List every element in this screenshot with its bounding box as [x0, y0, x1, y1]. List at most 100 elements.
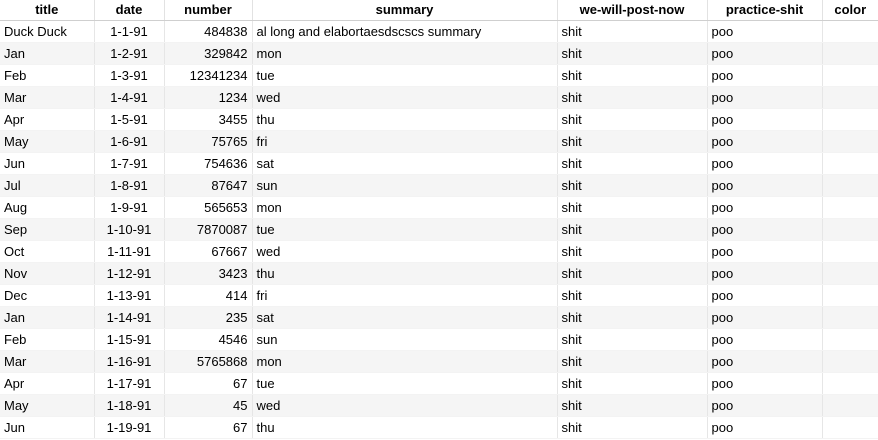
table-row[interactable]: Jul 1-8-91 87647 sun shit poo — [0, 174, 878, 197]
column-header-summary[interactable]: summary — [252, 0, 558, 21]
cell-practice[interactable]: poo — [707, 394, 823, 417]
column-header-we-will-post-now[interactable]: we-will-post-now — [557, 0, 708, 21]
cell-summary[interactable]: fri — [252, 130, 558, 153]
cell-date[interactable]: 1-14-91 — [94, 306, 165, 329]
cell-date[interactable]: 1-5-91 — [94, 108, 165, 131]
cell-practice[interactable]: poo — [707, 130, 823, 153]
cell-number[interactable]: 75765 — [164, 130, 253, 153]
cell-date[interactable]: 1-1-91 — [94, 20, 165, 43]
cell-number[interactable]: 67 — [164, 372, 253, 395]
cell-practice[interactable]: poo — [707, 20, 823, 43]
cell-number[interactable]: 754636 — [164, 152, 253, 175]
cell-date[interactable]: 1-3-91 — [94, 64, 165, 87]
cell-summary[interactable]: tue — [252, 372, 558, 395]
cell-number[interactable]: 7870087 — [164, 218, 253, 241]
cell-practice[interactable]: poo — [707, 64, 823, 87]
cell-title[interactable]: Jan — [0, 306, 95, 329]
cell-post[interactable]: shit — [557, 64, 708, 87]
cell-summary[interactable]: mon — [252, 196, 558, 219]
cell-number[interactable]: 4546 — [164, 328, 253, 351]
table-row[interactable]: Sep 1-10-91 7870087 tue shit poo — [0, 218, 878, 241]
cell-date[interactable]: 1-12-91 — [94, 262, 165, 285]
cell-number[interactable]: 67667 — [164, 240, 253, 263]
cell-number[interactable]: 3455 — [164, 108, 253, 131]
cell-practice[interactable]: poo — [707, 240, 823, 263]
cell-date[interactable]: 1-13-91 — [94, 284, 165, 307]
cell-number[interactable]: 87647 — [164, 174, 253, 197]
cell-color[interactable] — [822, 240, 878, 263]
cell-color[interactable] — [822, 262, 878, 285]
cell-summary[interactable]: wed — [252, 86, 558, 109]
column-header-date[interactable]: date — [94, 0, 165, 21]
cell-number[interactable]: 329842 — [164, 42, 253, 65]
table-row[interactable]: Jan 1-14-91 235 sat shit poo — [0, 306, 878, 329]
cell-post[interactable]: shit — [557, 262, 708, 285]
cell-practice[interactable]: poo — [707, 328, 823, 351]
cell-title[interactable]: Sep — [0, 218, 95, 241]
cell-number[interactable]: 67 — [164, 416, 253, 439]
table-row[interactable]: May 1-6-91 75765 fri shit poo — [0, 130, 878, 153]
cell-color[interactable] — [822, 152, 878, 175]
cell-post[interactable]: shit — [557, 130, 708, 153]
cell-title[interactable]: Mar — [0, 350, 95, 373]
table-row[interactable]: Mar 1-4-91 1234 wed shit poo — [0, 86, 878, 109]
cell-practice[interactable]: poo — [707, 196, 823, 219]
cell-post[interactable]: shit — [557, 108, 708, 131]
cell-number[interactable]: 565653 — [164, 196, 253, 219]
cell-practice[interactable]: poo — [707, 218, 823, 241]
cell-number[interactable]: 12341234 — [164, 64, 253, 87]
cell-date[interactable]: 1-2-91 — [94, 42, 165, 65]
cell-title[interactable]: Mar — [0, 86, 95, 109]
cell-title[interactable]: Apr — [0, 108, 95, 131]
cell-summary[interactable]: thu — [252, 416, 558, 439]
cell-number[interactable]: 235 — [164, 306, 253, 329]
cell-title[interactable]: Feb — [0, 64, 95, 87]
cell-number[interactable]: 3423 — [164, 262, 253, 285]
cell-summary[interactable]: mon — [252, 42, 558, 65]
cell-summary[interactable]: tue — [252, 218, 558, 241]
cell-post[interactable]: shit — [557, 20, 708, 43]
cell-summary[interactable]: sun — [252, 174, 558, 197]
cell-date[interactable]: 1-18-91 — [94, 394, 165, 417]
cell-title[interactable]: Jun — [0, 416, 95, 439]
cell-title[interactable]: May — [0, 394, 95, 417]
column-header-practice-shit[interactable]: practice-shit — [707, 0, 823, 21]
table-row[interactable]: Aug 1-9-91 565653 mon shit poo — [0, 196, 878, 219]
cell-title[interactable]: Jan — [0, 42, 95, 65]
cell-title[interactable]: May — [0, 130, 95, 153]
cell-post[interactable]: shit — [557, 218, 708, 241]
table-row[interactable]: Nov 1-12-91 3423 thu shit poo — [0, 262, 878, 285]
cell-number[interactable]: 45 — [164, 394, 253, 417]
table-row[interactable]: Jun 1-19-91 67 thu shit poo — [0, 416, 878, 439]
table-row[interactable]: Duck Duck 1-1-91 484838 al long and elabort… — [0, 20, 878, 43]
cell-color[interactable] — [822, 350, 878, 373]
cell-summary[interactable]: mon — [252, 350, 558, 373]
cell-color[interactable] — [822, 86, 878, 109]
cell-post[interactable]: shit — [557, 284, 708, 307]
cell-summary[interactable]: thu — [252, 262, 558, 285]
cell-post[interactable]: shit — [557, 152, 708, 175]
table-row[interactable]: Dec 1-13-91 414 fri shit poo — [0, 284, 878, 307]
table-row[interactable]: Apr 1-5-91 3455 thu shit poo — [0, 108, 878, 131]
cell-practice[interactable]: poo — [707, 372, 823, 395]
cell-title[interactable]: Jul — [0, 174, 95, 197]
cell-color[interactable] — [822, 372, 878, 395]
cell-practice[interactable]: poo — [707, 306, 823, 329]
cell-date[interactable]: 1-16-91 — [94, 350, 165, 373]
cell-post[interactable]: shit — [557, 86, 708, 109]
cell-date[interactable]: 1-10-91 — [94, 218, 165, 241]
table-row[interactable]: Feb 1-3-91 12341234 tue shit poo — [0, 64, 878, 87]
cell-date[interactable]: 1-4-91 — [94, 86, 165, 109]
cell-post[interactable]: shit — [557, 42, 708, 65]
cell-color[interactable] — [822, 328, 878, 351]
cell-color[interactable] — [822, 394, 878, 417]
cell-practice[interactable]: poo — [707, 416, 823, 439]
cell-color[interactable] — [822, 130, 878, 153]
cell-summary[interactable]: sat — [252, 306, 558, 329]
cell-color[interactable] — [822, 306, 878, 329]
cell-summary[interactable]: tue — [252, 64, 558, 87]
cell-practice[interactable]: poo — [707, 152, 823, 175]
cell-post[interactable]: shit — [557, 416, 708, 439]
cell-summary[interactable]: thu — [252, 108, 558, 131]
cell-post[interactable]: shit — [557, 328, 708, 351]
